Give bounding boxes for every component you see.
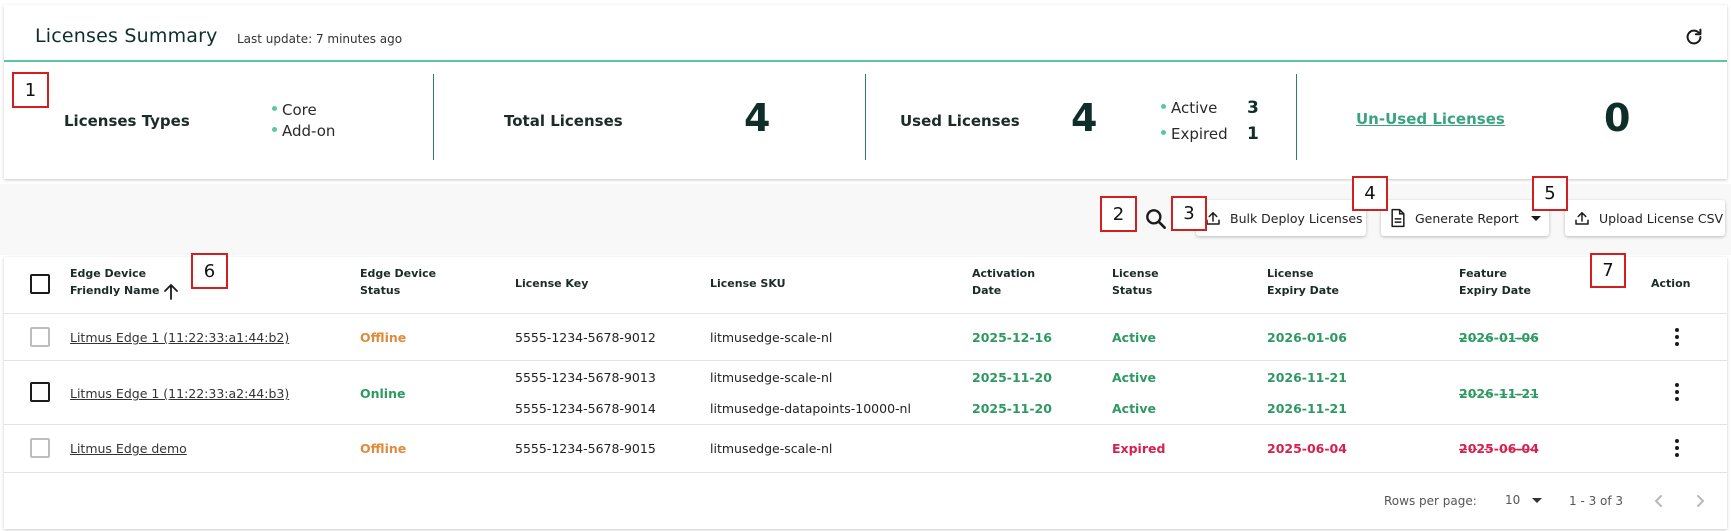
header-license-expiry[interactable]: License Expiry Date bbox=[1267, 265, 1339, 299]
header-device-status[interactable]: Edge Device Status bbox=[360, 265, 436, 299]
annotation-marker: 3 bbox=[1171, 196, 1207, 231]
used-expired-label: Expired bbox=[1161, 125, 1228, 143]
activation-date: 2025-11-20 bbox=[972, 401, 1052, 416]
license-status: Active bbox=[1112, 330, 1156, 345]
annotation-marker: 4 bbox=[1352, 176, 1388, 211]
license-status: Active bbox=[1112, 401, 1156, 416]
header-license-sku[interactable]: License SKU bbox=[710, 275, 786, 292]
generate-report-button[interactable]: Generate Report bbox=[1381, 200, 1549, 236]
rows-per-page-select[interactable]: 10 bbox=[1505, 493, 1543, 507]
used-active-label: Active bbox=[1161, 99, 1217, 117]
annotation-marker: 2 bbox=[1100, 196, 1137, 232]
license-status: Expired bbox=[1112, 441, 1166, 456]
license-type-core: Core bbox=[272, 101, 317, 119]
license-type-addon: Add-on bbox=[272, 122, 335, 140]
sort-arrow-up-icon[interactable] bbox=[163, 282, 179, 300]
pagination-range: 1 - 3 of 3 bbox=[1569, 494, 1624, 508]
row-divider bbox=[4, 424, 1727, 425]
summary-header: Licenses Summary Last update: 7 minutes … bbox=[4, 5, 1727, 62]
license-sku: litmusedge-scale-nl bbox=[710, 441, 833, 456]
device-name-link[interactable]: Litmus Edge demo bbox=[70, 441, 187, 456]
annotation-marker: 1 bbox=[12, 72, 49, 108]
header-activation-date[interactable]: Activation Date bbox=[972, 265, 1035, 299]
bulk-deploy-licenses-button[interactable]: Bulk Deploy Licenses bbox=[1196, 200, 1366, 236]
row-checkbox[interactable] bbox=[30, 382, 50, 402]
previous-page-icon[interactable] bbox=[1649, 491, 1669, 511]
next-page-icon[interactable] bbox=[1690, 491, 1710, 511]
refresh-icon[interactable] bbox=[1683, 26, 1705, 48]
rows-per-page-label: Rows per page: bbox=[1384, 494, 1477, 508]
page-title: Licenses Summary bbox=[35, 25, 218, 47]
license-expiry-date: 2026-11-21 bbox=[1267, 370, 1347, 385]
row-actions-icon[interactable] bbox=[1673, 439, 1681, 459]
license-expiry-date: 2026-01-06 bbox=[1267, 330, 1347, 345]
total-licenses-value: 4 bbox=[744, 96, 771, 140]
header-license-status[interactable]: License Status bbox=[1112, 265, 1159, 299]
license-expiry-date: 2026-11-21 bbox=[1267, 401, 1347, 416]
annotation-marker: 7 bbox=[1590, 253, 1626, 288]
header-device-name[interactable]: Edge Device Friendly Name bbox=[70, 265, 160, 299]
device-status: Offline bbox=[360, 441, 407, 456]
device-name-link[interactable]: Litmus Edge 1 (11:22:33:a2:44:b3) bbox=[70, 386, 289, 401]
row-checkbox[interactable] bbox=[30, 327, 50, 347]
chevron-down-icon bbox=[1530, 215, 1541, 221]
upload-icon bbox=[1575, 212, 1589, 225]
generate-report-label: Generate Report bbox=[1415, 210, 1519, 226]
summary-divider bbox=[433, 74, 434, 160]
row-actions-icon[interactable] bbox=[1673, 328, 1681, 348]
row-divider bbox=[4, 472, 1727, 473]
bulk-deploy-label: Bulk Deploy Licenses bbox=[1230, 210, 1363, 226]
license-sku: litmusedge-scale-nl bbox=[710, 330, 833, 345]
annotation-marker: 5 bbox=[1532, 176, 1568, 211]
activation-date: 2025-11-20 bbox=[972, 370, 1052, 385]
summary-divider bbox=[865, 74, 866, 160]
last-update-text: Last update: 7 minutes ago bbox=[237, 32, 403, 46]
license-key: 5555-1234-5678-9015 bbox=[515, 441, 656, 456]
header-action: Action bbox=[1651, 277, 1691, 290]
device-name-link[interactable]: Litmus Edge 1 (11:22:33:a1:44:b2) bbox=[70, 330, 289, 345]
used-expired-count: 1 bbox=[1247, 124, 1259, 144]
header-feature-expiry[interactable]: Feature Expiry Date bbox=[1459, 265, 1531, 299]
licenses-types-label: Licenses Types bbox=[64, 112, 190, 130]
license-key: 5555-1234-5678-9012 bbox=[515, 330, 656, 345]
license-key: 5555-1234-5678-9013 bbox=[515, 370, 656, 385]
annotation-marker: 6 bbox=[191, 253, 228, 289]
unused-licenses-value: 0 bbox=[1604, 96, 1631, 140]
document-icon bbox=[1391, 208, 1405, 228]
license-sku: litmusedge-datapoints-10000-nl bbox=[710, 401, 911, 416]
device-status: Online bbox=[360, 386, 406, 401]
row-divider bbox=[4, 313, 1727, 314]
feature-expiry-date: 2026-01-06 bbox=[1459, 330, 1539, 345]
header-license-key[interactable]: License Key bbox=[515, 275, 588, 292]
total-licenses-label: Total Licenses bbox=[504, 112, 623, 130]
license-expiry-date: 2025-06-04 bbox=[1267, 441, 1347, 456]
used-active-count: 3 bbox=[1247, 98, 1259, 118]
summary-divider bbox=[1296, 74, 1297, 160]
upload-csv-label: Upload License CSV bbox=[1599, 210, 1724, 226]
feature-expiry-date: 2025-06-04 bbox=[1459, 441, 1539, 456]
license-sku: litmusedge-scale-nl bbox=[710, 370, 833, 385]
unused-licenses-link[interactable]: Un-Used Licenses bbox=[1356, 110, 1505, 128]
feature-expiry-date: 2026-11-21 bbox=[1459, 386, 1539, 401]
used-licenses-label: Used Licenses bbox=[900, 112, 1020, 130]
license-status: Active bbox=[1112, 370, 1156, 385]
search-icon[interactable] bbox=[1143, 206, 1169, 232]
activation-date: 2025-12-16 bbox=[972, 330, 1052, 345]
row-actions-icon[interactable] bbox=[1673, 383, 1681, 403]
upload-license-csv-button[interactable]: Upload License CSV bbox=[1565, 200, 1725, 236]
license-key: 5555-1234-5678-9014 bbox=[515, 401, 656, 416]
device-status: Offline bbox=[360, 330, 407, 345]
row-divider bbox=[4, 360, 1727, 361]
chevron-down-icon bbox=[1532, 497, 1543, 503]
used-licenses-value: 4 bbox=[1071, 96, 1098, 140]
row-checkbox[interactable] bbox=[30, 438, 50, 458]
select-all-checkbox[interactable] bbox=[30, 274, 50, 294]
